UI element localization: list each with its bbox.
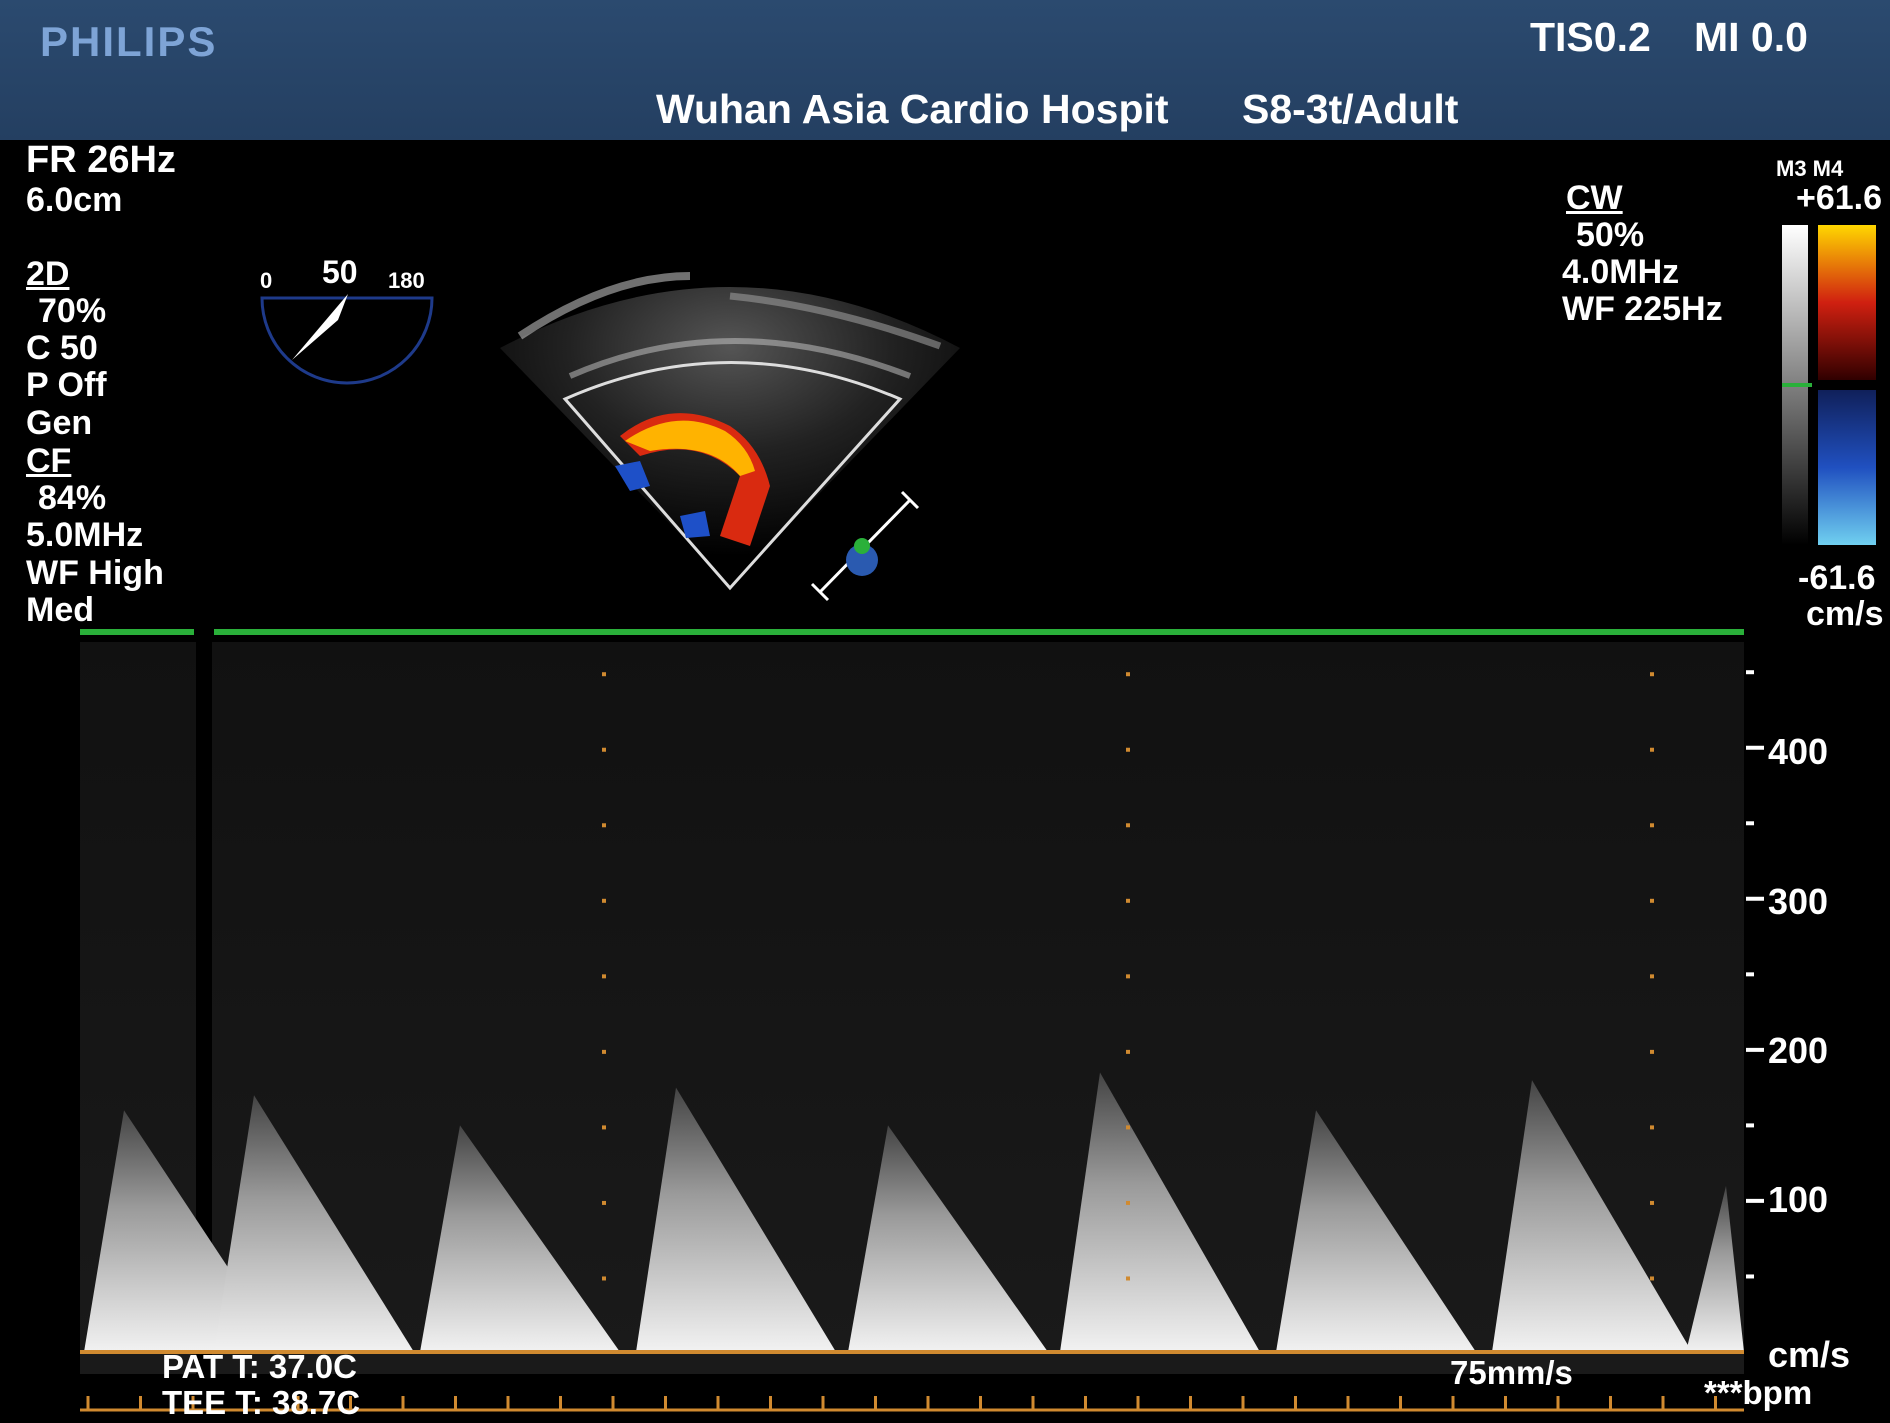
time-guide-dot <box>1650 974 1654 979</box>
probe-preset: S8-3t/Adult <box>1242 86 1459 132</box>
time-guide-dot <box>602 747 606 752</box>
header-bar: PHILIPS TIS0.2 MI 0.0 Wuhan Asia Cardio … <box>0 0 1890 140</box>
freq-cf: 5.0MHz <box>26 516 144 554</box>
time-guide-dot <box>1650 672 1654 677</box>
freq-cw: 4.0MHz <box>1562 253 1680 291</box>
angle-min: 0 <box>260 268 273 293</box>
time-guide-dot <box>1650 1200 1654 1205</box>
angle-needle-icon <box>292 294 348 360</box>
velocity-tick-label: 300 <box>1768 881 1829 922</box>
velocity-tick-label: 200 <box>1768 1030 1829 1071</box>
time-guide-dot <box>1650 1049 1654 1054</box>
velocity-unit-label: cm/s <box>1768 1334 1851 1375</box>
sweep-speed: 75mm/s <box>1450 1354 1573 1391</box>
velocity-tick-label: 400 <box>1768 731 1829 772</box>
mode-2d: 2D <box>26 255 70 293</box>
mi-readout: MI 0.0 <box>1694 14 1808 60</box>
time-guide-dot <box>1650 747 1654 752</box>
time-guide-dot <box>1126 898 1130 903</box>
spectral-doppler-display: 400 300 200 100 cm/s PAT T: 37.0C TEE T:… <box>0 620 1890 1421</box>
time-guide-dot <box>1126 823 1130 828</box>
time-guide-dot <box>602 672 606 677</box>
persistence: P Off <box>26 366 107 404</box>
brand-logo: PHILIPS <box>40 18 218 65</box>
wall-filter-cf: WF High <box>26 554 164 592</box>
time-guide-dot <box>602 974 606 979</box>
wall-filter-cw: WF 225Hz <box>1562 290 1723 328</box>
time-guide-dot <box>1126 1276 1130 1281</box>
time-guide-dot <box>1126 747 1130 752</box>
time-guide-dot <box>1650 898 1654 903</box>
time-guide-dot <box>602 1049 606 1054</box>
patient-temperature: PAT T: 37.0C <box>162 1348 357 1385</box>
time-guide-dot <box>1126 1125 1130 1130</box>
time-guide-dot <box>1126 672 1130 677</box>
gain-cw: 50% <box>1576 216 1645 254</box>
tee-temperature: TEE T: 38.7C <box>162 1384 361 1421</box>
heart-rate: ***bpm <box>1704 1374 1813 1411</box>
gain-2d: 70% <box>38 292 107 330</box>
gain-cf: 84% <box>38 479 107 517</box>
velocity-tick-label: 100 <box>1768 1179 1829 1220</box>
mode-cw: CW <box>1566 179 1623 217</box>
angle-value: 50 <box>322 254 358 290</box>
time-guide-dot <box>1650 1276 1654 1281</box>
optimization: Gen <box>26 404 93 442</box>
color-flow-sector-image <box>490 236 980 606</box>
time-guide-dot <box>1650 823 1654 828</box>
time-guide-dot <box>1126 1049 1130 1054</box>
tis-readout: TIS0.2 <box>1530 14 1651 60</box>
time-guide-dot <box>602 823 606 828</box>
probe-angle-indicator: 0 50 180 <box>252 250 442 390</box>
compression: C 50 <box>26 329 98 367</box>
time-guide-dot <box>602 1125 606 1130</box>
depth: 6.0cm <box>26 181 123 219</box>
time-guide-dot <box>1126 974 1130 979</box>
mode-cf: CF <box>26 442 72 480</box>
time-guide-dot <box>602 1200 606 1205</box>
angle-max: 180 <box>388 268 425 293</box>
color-velocity-scale: M3 M4 +61.6 -61.6 cm/s <box>1776 150 1890 633</box>
scale-bottom-value: -61.6 <box>1798 559 1876 597</box>
time-guide-dot <box>602 898 606 903</box>
scale-top-value: +61.6 <box>1796 179 1883 217</box>
time-guide-dot <box>1650 1125 1654 1130</box>
frame-rate: FR 26Hz <box>26 139 176 181</box>
time-guide-dot <box>1126 1200 1130 1205</box>
facility-name: Wuhan Asia Cardio Hospit <box>656 86 1169 132</box>
time-guide-dot <box>602 1276 606 1281</box>
